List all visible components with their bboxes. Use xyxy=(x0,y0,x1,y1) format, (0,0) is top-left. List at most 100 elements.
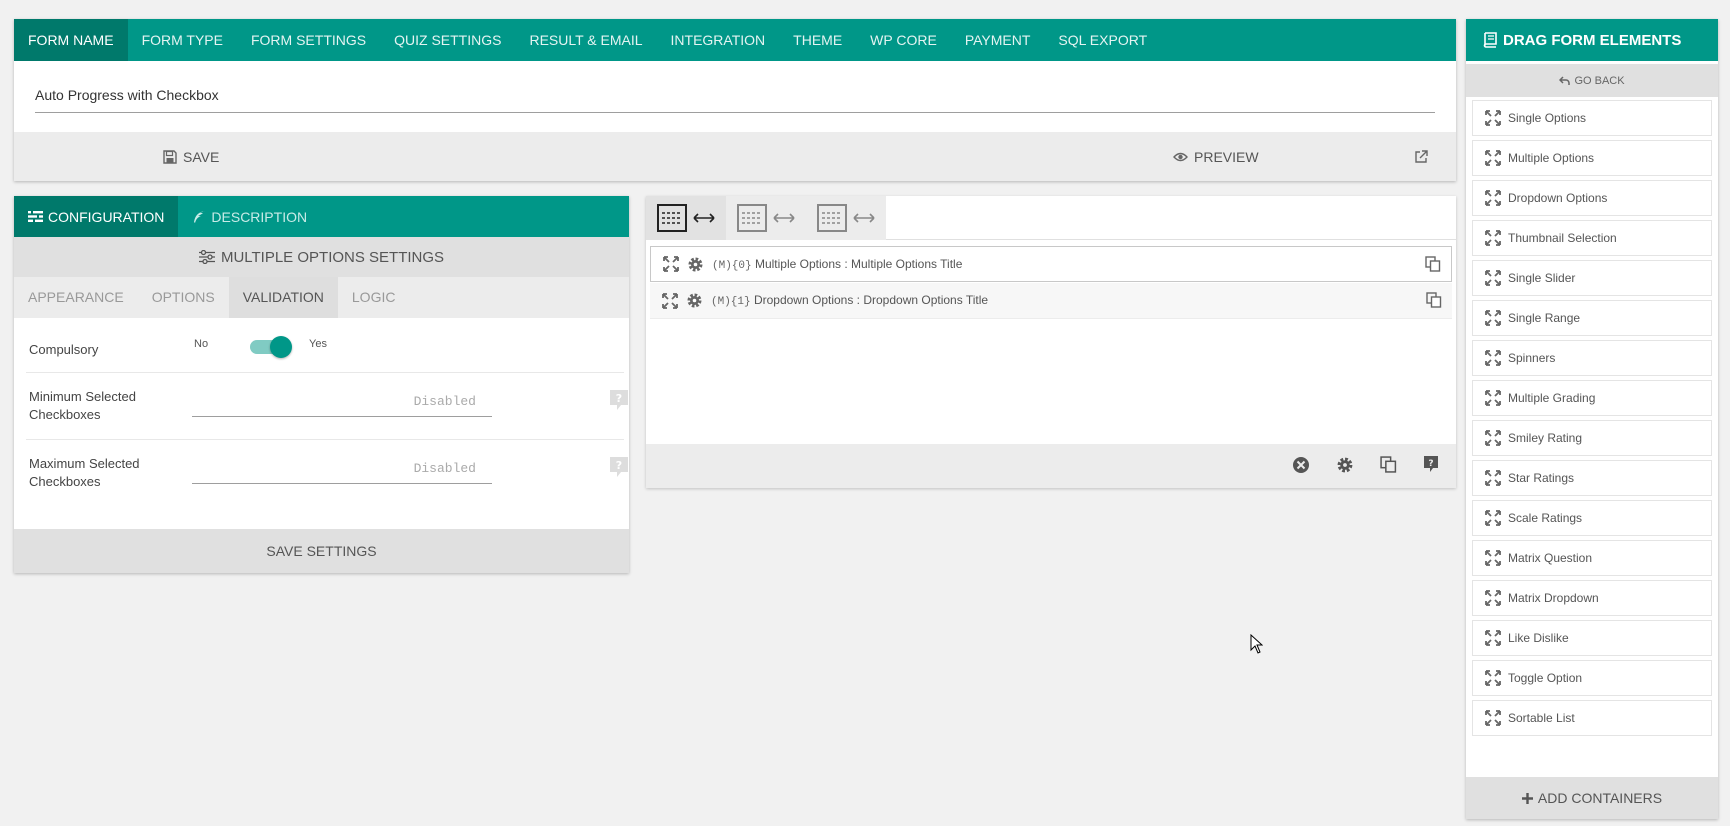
duplicate-icon[interactable] xyxy=(1425,256,1441,272)
element-item-label: Sortable List xyxy=(1508,711,1575,725)
go-back-button[interactable]: GO BACK xyxy=(1466,64,1718,97)
subtab-options[interactable]: OPTIONS xyxy=(138,277,229,318)
draggable-element-item[interactable]: Single Slider xyxy=(1472,260,1712,296)
tab-sql-export[interactable]: SQL EXPORT xyxy=(1044,19,1161,61)
element-item-label: Single Options xyxy=(1508,111,1587,125)
book-icon xyxy=(1483,32,1497,48)
container-help-icon[interactable]: ? xyxy=(1424,456,1438,472)
settings-subtab-bar: APPEARANCE OPTIONS VALIDATION LOGIC xyxy=(14,277,629,318)
top-tab-bar: FORM NAME FORM TYPE FORM SETTINGS QUIZ S… xyxy=(14,19,1456,61)
tab-quiz-settings[interactable]: QUIZ SETTINGS xyxy=(380,19,515,61)
draggable-element-item[interactable]: Multiple Grading xyxy=(1472,380,1712,416)
save-settings-button[interactable]: SAVE SETTINGS xyxy=(14,529,629,573)
tab-payment[interactable]: PAYMENT xyxy=(951,19,1045,61)
tab-wp-core[interactable]: WP CORE xyxy=(856,19,951,61)
min-selected-help-icon[interactable]: ? xyxy=(610,390,628,410)
compulsory-toggle[interactable] xyxy=(248,335,292,359)
tab-form-type[interactable]: FORM TYPE xyxy=(128,19,237,61)
floppy-disk-icon xyxy=(163,149,177,164)
form-name-input[interactable] xyxy=(35,81,1435,113)
draggable-element-item[interactable]: Dropdown Options xyxy=(1472,180,1712,216)
element-item-label: Matrix Dropdown xyxy=(1508,591,1599,605)
draggable-element-item[interactable]: Single Range xyxy=(1472,300,1712,336)
form-element-title: (M){0} Multiple Options : Multiple Optio… xyxy=(712,257,962,272)
resize-arrows-icon xyxy=(693,213,715,223)
tab-description[interactable]: DESCRIPTION xyxy=(178,196,321,237)
element-item-label: Smiley Rating xyxy=(1508,431,1583,445)
tab-result-email[interactable]: RESULT & EMAIL xyxy=(515,19,656,61)
tab-theme[interactable]: THEME xyxy=(779,19,856,61)
form-header-panel: FORM NAME FORM TYPE FORM SETTINGS QUIZ S… xyxy=(14,19,1456,181)
draggable-element-item[interactable]: Multiple Options xyxy=(1472,140,1712,176)
draggable-element-item[interactable]: Scale Ratings xyxy=(1472,500,1712,536)
compulsory-row: Compulsory No Yes xyxy=(26,318,624,373)
save-label: SAVE xyxy=(183,148,220,165)
move-arrows-icon[interactable] xyxy=(663,256,679,272)
move-arrows-icon xyxy=(1485,110,1501,126)
container-toolbar: ? xyxy=(646,444,1456,488)
tab-form-name[interactable]: FORM NAME xyxy=(14,19,128,61)
move-arrows-icon xyxy=(1485,470,1501,486)
move-arrows-icon xyxy=(1485,350,1501,366)
gear-icon[interactable] xyxy=(686,292,703,309)
form-element-row[interactable]: (M){0} Multiple Options : Multiple Optio… xyxy=(650,246,1452,282)
column-layout-icon xyxy=(817,204,847,232)
container-gear-icon[interactable] xyxy=(1336,456,1354,474)
sidebar-title: DRAG FORM ELEMENTS xyxy=(1503,31,1682,49)
element-code: (M){0} xyxy=(712,259,752,272)
move-arrows-icon xyxy=(1485,310,1501,326)
move-arrows-icon xyxy=(1485,430,1501,446)
preview-button[interactable]: PREVIEW xyxy=(1173,132,1259,181)
max-selected-input[interactable] xyxy=(192,454,492,484)
layout-three-column-button[interactable] xyxy=(806,196,886,240)
element-item-label: Scale Ratings xyxy=(1508,511,1583,525)
add-containers-button[interactable]: ADD CONTAINERS xyxy=(1466,777,1718,819)
open-external-button[interactable] xyxy=(1414,132,1428,181)
gear-icon[interactable] xyxy=(687,256,704,273)
move-arrows-icon[interactable] xyxy=(662,292,678,309)
draggable-element-item[interactable]: Smiley Rating xyxy=(1472,420,1712,456)
resize-arrows-icon xyxy=(853,213,875,223)
draggable-element-item[interactable]: Spinners xyxy=(1472,340,1712,376)
draggable-element-item[interactable]: Matrix Dropdown xyxy=(1472,580,1712,616)
toggle-no-label: No xyxy=(194,338,209,350)
settings-title-bar: MULTIPLE OPTIONS SETTINGS xyxy=(14,237,629,277)
draggable-element-item[interactable]: Single Options xyxy=(1472,100,1712,136)
tab-form-settings[interactable]: FORM SETTINGS xyxy=(237,19,380,61)
draggable-element-item[interactable]: Matrix Question xyxy=(1472,540,1712,576)
element-code: (M){1} xyxy=(711,296,751,308)
subtab-appearance[interactable]: APPEARANCE xyxy=(14,277,138,318)
layout-one-column-button[interactable] xyxy=(646,196,726,240)
duplicate-icon[interactable] xyxy=(1426,292,1442,308)
tab-integration[interactable]: INTEGRATION xyxy=(657,19,780,61)
element-item-label: Single Slider xyxy=(1508,271,1576,285)
save-button[interactable]: SAVE xyxy=(163,132,219,181)
draggable-element-item[interactable]: Thumbnail Selection xyxy=(1472,220,1712,256)
element-text: Dropdown Options : Dropdown Options Titl… xyxy=(753,293,989,307)
min-selected-row: Minimum Selected Checkboxes ? xyxy=(26,373,628,440)
min-selected-input[interactable] xyxy=(192,387,492,417)
mouse-cursor-icon xyxy=(1250,634,1263,654)
tab-configuration[interactable]: CONFIGURATION xyxy=(14,196,179,237)
draggable-element-item[interactable]: Like Dislike xyxy=(1472,620,1712,656)
preview-label: PREVIEW xyxy=(1194,148,1259,165)
form-element-title: (M){1} Dropdown Options : Dropdown Optio… xyxy=(711,293,988,308)
container-duplicate-icon[interactable] xyxy=(1380,456,1397,473)
draggable-element-item[interactable]: Toggle Option xyxy=(1472,660,1712,696)
max-selected-help-icon[interactable]: ? xyxy=(610,457,628,477)
close-circle-icon[interactable] xyxy=(1292,456,1310,474)
compulsory-label: Compulsory xyxy=(29,342,99,357)
form-element-row[interactable]: (M){1} Dropdown Options : Dropdown Optio… xyxy=(650,283,1452,319)
draggable-element-item[interactable]: Sortable List xyxy=(1472,700,1712,736)
draggable-element-item[interactable]: Star Ratings xyxy=(1472,460,1712,496)
element-text: Multiple Options : Multiple Options Titl… xyxy=(754,256,963,271)
configuration-panel: CONFIGURATION DESCRIPTION MULTIPLE OPTIO… xyxy=(14,196,629,573)
column-layout-bar xyxy=(646,196,1456,240)
feather-pen-icon xyxy=(192,210,206,224)
svg-text:?: ? xyxy=(616,392,622,405)
subtab-logic[interactable]: LOGIC xyxy=(338,277,410,318)
move-arrows-icon xyxy=(1485,230,1501,246)
max-selected-row: Maximum Selected Checkboxes ? xyxy=(26,440,628,507)
subtab-validation[interactable]: VALIDATION xyxy=(228,277,338,318)
layout-two-column-button[interactable] xyxy=(726,196,806,240)
